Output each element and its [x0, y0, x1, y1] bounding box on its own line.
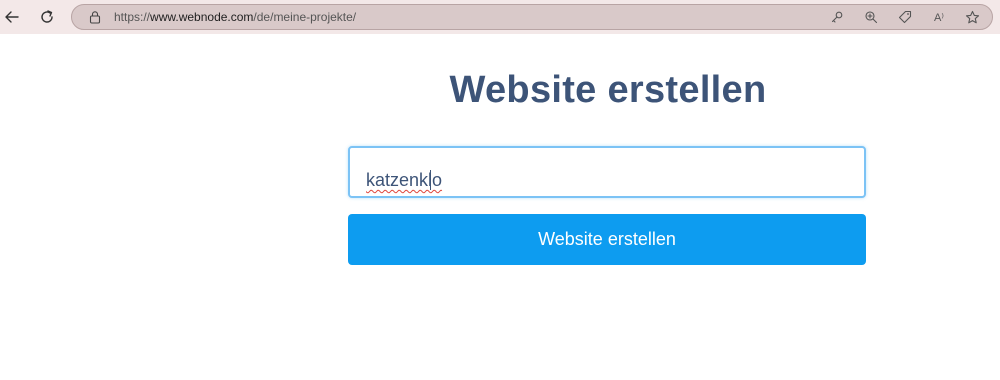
- project-name-input[interactable]: katzenklo: [348, 146, 866, 198]
- page-title: Website erstellen: [449, 69, 767, 111]
- zoom-in-icon[interactable]: [863, 9, 879, 25]
- url-scheme: https://: [114, 10, 151, 24]
- create-website-button[interactable]: Website erstellen: [348, 214, 866, 265]
- address-bar[interactable]: https://www.webnode.com/de/meine-projekt…: [71, 4, 993, 30]
- back-arrow-icon[interactable]: [0, 5, 24, 29]
- tag-icon[interactable]: [897, 9, 913, 25]
- url-text[interactable]: https://www.webnode.com/de/meine-projekt…: [114, 10, 356, 24]
- key-icon[interactable]: [829, 9, 845, 25]
- url-path: /de/meine-projekte/: [253, 10, 357, 24]
- browser-toolbar: https://www.webnode.com/de/meine-projekt…: [0, 0, 1000, 34]
- reload-icon[interactable]: [35, 5, 59, 29]
- url-host: www.webnode.com: [150, 10, 254, 24]
- read-aloud-icon[interactable]: A⁾: [931, 9, 947, 25]
- lock-icon[interactable]: [88, 10, 102, 24]
- star-icon[interactable]: [964, 9, 980, 25]
- text-caret: [430, 170, 431, 190]
